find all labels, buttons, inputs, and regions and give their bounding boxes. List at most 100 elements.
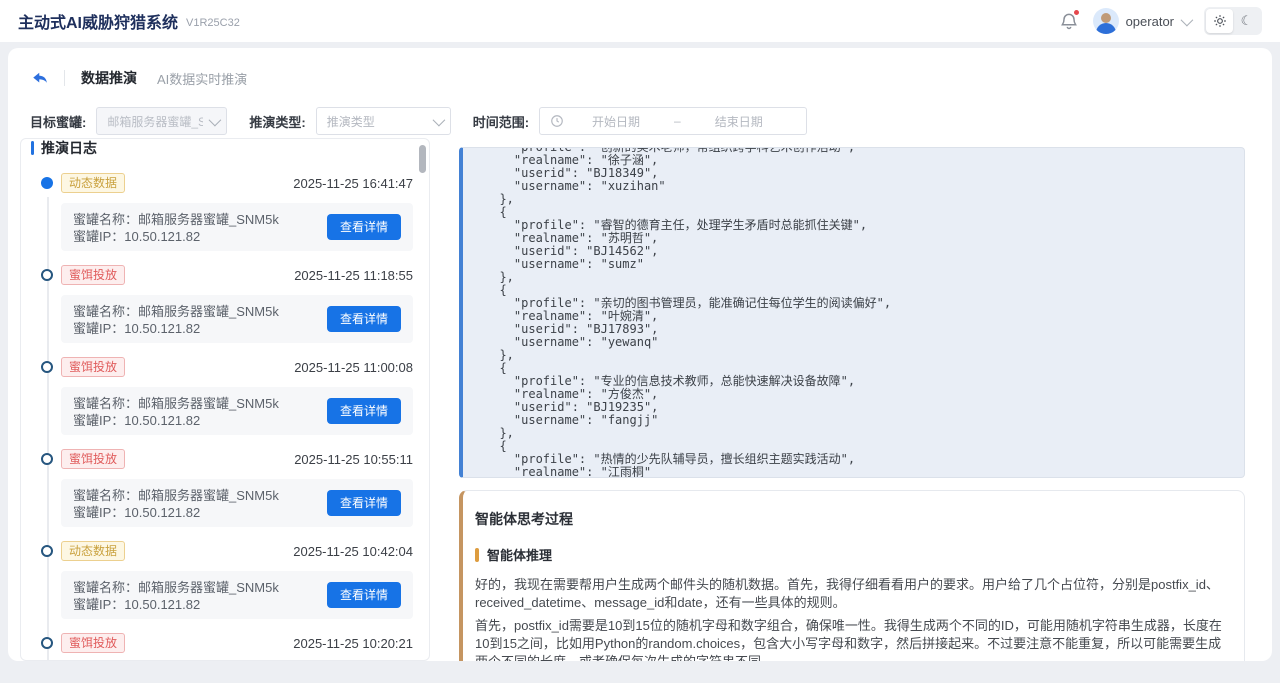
log-panel-title: 推演日志 [31,138,429,159]
deduction-data-code-panel[interactable]: "profile": "创新的美术老师，常组织跨学科艺术创作活动", "real… [459,147,1245,478]
event-card: 蜜罐名称：邮箱服务器蜜罐_SNM5k 蜜罐IP：10.50.121.82 查看详… [61,387,413,435]
app-header: 主动式AI威胁狩猎系统 V1R25C32 operator [0,0,1280,42]
app-version: V1R25C32 [186,17,240,29]
timeline-item: 动态数据 2025-11-25 16:41:47 蜜罐名称：邮箱服务器蜜罐_SN… [61,173,413,251]
view-details-button[interactable]: 查看详情 [327,306,401,332]
deduction-type-select[interactable]: 推演类型 [316,107,451,135]
agent-thinking-panel: 智能体思考过程 智能体推理 好的，我现在需要帮用户生成两个邮件头的随机数据。首先… [459,490,1245,661]
timeline-dot [41,453,53,465]
timeline-item-header: 蜜饵投放 2025-11-25 10:55:11 [61,449,413,469]
timeline-dot [41,269,53,281]
divider [64,70,65,86]
target-honeypot-label: 目标蜜罐: [30,112,86,131]
code-line: "username": "fangjj" [485,414,1244,427]
clock-icon [550,114,564,128]
main-content-card: 数据推演 AI数据实时推演 目标蜜罐: 邮箱服务器蜜罐_SNM5k 推演类型: … [8,48,1272,661]
timeline-item-header: 蜜饵投放 2025-11-25 11:00:08 [61,357,413,377]
timeline-item: 蜜饵投放 2025-11-25 11:18:55 蜜罐名称：邮箱服务器蜜罐_SN… [61,265,413,343]
page-nav: 数据推演 AI数据实时推演 [8,58,1272,98]
header-right: operator ☾ [1059,7,1262,35]
section-accent-bar [475,548,479,562]
event-timestamp: 2025-11-25 10:55:11 [294,452,413,467]
event-timestamp: 2025-11-25 16:41:47 [293,176,413,191]
back-button[interactable] [30,67,52,89]
range-separator: – [674,114,681,128]
view-details-button[interactable]: 查看详情 [327,398,401,424]
timeline-item-header: 动态数据 2025-11-25 16:41:47 [61,173,413,193]
deduction-type-label: 推演类型: [249,112,305,131]
event-type-badge: 动态数据 [61,173,125,193]
timeline-dot [41,545,53,557]
date-range-picker[interactable]: 开始日期 – 结束日期 [539,107,807,135]
code-line: }, [485,349,1244,362]
view-details-button[interactable]: 查看详情 [327,582,401,608]
reasoning-paragraph: 首先，postfix_id需要是10到15位的随机字母和数字组合，确保唯一性。我… [475,617,1228,661]
code-line: }, [485,427,1244,440]
section-title: 智能体推理 [487,545,552,564]
timeline-dot [41,177,53,189]
code-line: }, [485,271,1244,284]
event-type-badge: 蜜饵投放 [61,265,125,285]
timeline-item-header: 动态数据 2025-11-25 10:42:04 [61,541,413,561]
back-arrow-icon [30,69,50,87]
event-type-badge: 动态数据 [61,541,125,561]
account-name: operator [1126,14,1174,29]
dark-mode-button[interactable]: ☾ [1233,9,1260,33]
timeline-item: 蜜饵投放 2025-11-25 11:00:08 蜜罐名称：邮箱服务器蜜罐_SN… [61,357,413,435]
time-range-label: 时间范围: [473,112,529,131]
timeline-item-header: 蜜饵投放 2025-11-25 10:20:21 [61,633,413,653]
timeline: 动态数据 2025-11-25 16:41:47 蜜罐名称：邮箱服务器蜜罐_SN… [21,173,413,661]
timeline-item: 动态数据 2025-11-25 10:42:04 蜜罐名称：邮箱服务器蜜罐_SN… [61,541,413,619]
timeline-item-header: 蜜饵投放 2025-11-25 11:18:55 [61,265,413,285]
event-card: 蜜罐名称：邮箱服务器蜜罐_SNM5k 蜜罐IP：10.50.121.82 查看详… [61,571,413,619]
sun-icon [1213,14,1227,28]
chevron-down-icon [1181,13,1194,26]
end-date-placeholder: 结束日期 [715,113,763,130]
timeline-dot [41,637,53,649]
timeline-dot [41,361,53,373]
app-title: 主动式AI威胁狩猎系统 [18,9,178,33]
thinking-panel-title: 智能体思考过程 [475,509,1228,529]
theme-toggle: ☾ [1204,7,1262,35]
view-details-button[interactable]: 查看详情 [327,490,401,516]
scrollbar-thumb[interactable] [419,145,426,173]
tab-data-deduction[interactable]: 数据推演 [81,68,137,88]
target-honeypot-value: 邮箱服务器蜜罐_SNM5k [107,113,203,130]
event-type-badge: 蜜饵投放 [61,449,125,469]
event-timestamp: 2025-11-25 11:00:08 [294,360,413,375]
event-type-badge: 蜜饵投放 [61,633,125,653]
event-card: 蜜罐名称：邮箱服务器蜜罐_SNM5k 蜜罐IP：10.50.121.82 查看详… [61,203,413,251]
target-honeypot-select[interactable]: 邮箱服务器蜜罐_SNM5k [96,107,227,135]
event-timestamp: 2025-11-25 10:20:21 [293,636,413,651]
chevron-down-icon [432,113,445,126]
event-timestamp: 2025-11-25 10:42:04 [293,544,413,559]
event-type-badge: 蜜饵投放 [61,357,125,377]
code-line: "username": "sumz" [485,258,1244,271]
json-code-block: "profile": "创新的美术老师，常组织跨学科艺术创作活动", "real… [463,147,1244,478]
notification-dot [1073,9,1080,16]
avatar [1093,8,1119,34]
start-date-placeholder: 开始日期 [592,113,640,130]
timeline-item: 蜜饵投放 2025-11-25 10:55:11 蜜罐名称：邮箱服务器蜜罐_SN… [61,449,413,527]
event-timestamp: 2025-11-25 11:18:55 [294,268,413,283]
timeline-item: 蜜饵投放 2025-11-25 10:20:21 蜜罐名称：邮箱服务器蜜罐_SN… [61,633,413,661]
deduction-type-placeholder: 推演类型 [327,113,427,130]
filter-bar: 目标蜜罐: 邮箱服务器蜜罐_SNM5k 推演类型: 推演类型 时间范围: 开始日… [8,106,1272,136]
code-line: "username": "xuzihan" [485,180,1244,193]
event-card: 蜜罐名称：邮箱服务器蜜罐_SNM5k 蜜罐IP：10.50.121.82 查看详… [61,479,413,527]
agent-reasoning-header: 智能体推理 [475,545,1228,564]
deduction-log-panel: 推演日志 动态数据 2025-11-25 16:41:47 蜜罐名称：邮箱服务器… [20,138,430,661]
light-mode-button[interactable] [1206,9,1233,33]
code-line: }, [485,193,1244,206]
code-line: "realname": "江雨桐" [485,466,1244,478]
notification-bell-icon[interactable] [1059,11,1079,31]
tab-ai-realtime-deduction[interactable]: AI数据实时推演 [157,69,247,88]
reasoning-paragraph: 好的，我现在需要帮用户生成两个邮件头的随机数据。首先，我得仔细看看用户的要求。用… [475,576,1228,612]
code-line: "username": "yewanq" [485,336,1244,349]
chevron-down-icon [209,113,222,126]
account-menu[interactable]: operator [1093,8,1190,34]
moon-icon: ☾ [1241,13,1253,29]
view-details-button[interactable]: 查看详情 [327,214,401,240]
title-accent-bar [31,141,34,155]
event-card: 蜜罐名称：邮箱服务器蜜罐_SNM5k 蜜罐IP：10.50.121.82 查看详… [61,295,413,343]
